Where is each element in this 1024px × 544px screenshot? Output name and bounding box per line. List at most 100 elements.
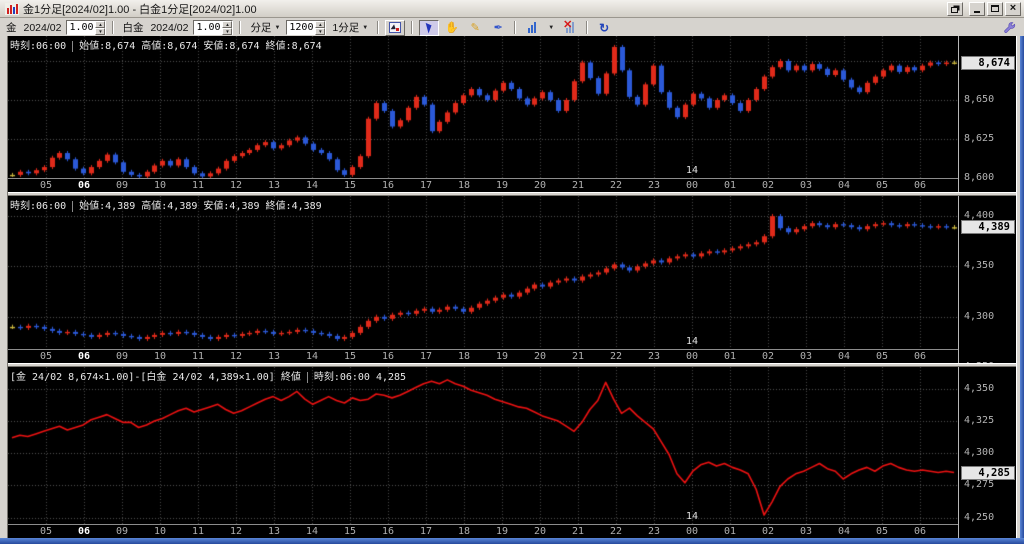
- spread-chart-canvas[interactable]: [8, 367, 958, 524]
- right-window-border: [1016, 36, 1024, 538]
- time-axis-label: 10: [154, 351, 166, 362]
- remove-indicator-button[interactable]: ✕: [560, 20, 580, 36]
- platinum-multiplier-up-button[interactable]: ▲: [222, 21, 232, 28]
- time-axis-label: 00: [686, 351, 698, 362]
- pan-mode-button[interactable]: ✋: [442, 20, 462, 36]
- time-axis-label: 19: [496, 180, 508, 191]
- spread-info-value: 時刻:06:00 4,285: [314, 372, 406, 383]
- indicator-dropdown-arrow[interactable]: ▼: [545, 24, 557, 32]
- time-axis-label: 23: [648, 180, 660, 191]
- crosshair-icon: [389, 22, 401, 33]
- platinum-last-price-box: 4,389: [961, 220, 1015, 234]
- time-axis-label: 23: [648, 351, 660, 362]
- time-axis-label: 02: [762, 526, 774, 537]
- platinum-chart-canvas[interactable]: [8, 196, 958, 349]
- time-axis-label: 05: [876, 351, 888, 362]
- time-axis-label: 21: [572, 180, 584, 191]
- panel-separator[interactable]: [8, 363, 1016, 367]
- bottom-window-border: [0, 538, 1024, 544]
- time-axis-label: 17: [420, 526, 432, 537]
- gold-multiplier-input[interactable]: [67, 21, 95, 34]
- spread-info-line: [金 24/02 8,674×1.00]-[白金 24/02 4,389×1.0…: [10, 368, 406, 383]
- time-axis-label: 02: [762, 351, 774, 362]
- time-axis-label: 06: [78, 526, 90, 537]
- time-axis-label: 12: [230, 180, 242, 191]
- time-axis-label: 20: [534, 526, 546, 537]
- bar-count-stepper[interactable]: ▲▼: [286, 20, 326, 35]
- price-axis-label: 8,600: [964, 172, 994, 183]
- time-axis-label: 09: [116, 526, 128, 537]
- time-axis-label: 17: [420, 180, 432, 191]
- time-axis-label: 18: [458, 351, 470, 362]
- time-axis-label: 14: [306, 351, 318, 362]
- time-axis-label: 17: [420, 351, 432, 362]
- price-axis-label: 8,625: [964, 133, 994, 144]
- select-mode-button[interactable]: [419, 20, 439, 36]
- time-axis-label: 06: [914, 351, 926, 362]
- select-arrow-icon: [425, 22, 433, 34]
- panel-separator[interactable]: [8, 192, 1016, 196]
- titlebar: 金1分足[2024/02]1.00 - 白金1分足[2024/02]1.00 ×: [0, 0, 1024, 18]
- time-axis-label: 21: [572, 351, 584, 362]
- price-axis-label: 8,650: [964, 94, 994, 105]
- platinum-multiplier-stepper[interactable]: ▲▼: [193, 20, 233, 35]
- platinum-multiplier-input[interactable]: [194, 21, 222, 34]
- close-button[interactable]: ×: [1005, 2, 1021, 16]
- refresh-button[interactable]: ↻: [594, 20, 614, 36]
- bar-count-input[interactable]: [287, 21, 315, 34]
- bar-count-down-button[interactable]: ▼: [315, 28, 325, 35]
- window-title: 金1分足[2024/02]1.00 - 白金1分足[2024/02]1.00: [23, 1, 947, 17]
- crosshair-mode-button[interactable]: [385, 20, 405, 36]
- time-axis-label: 16: [382, 180, 394, 191]
- gold-price-axis: 8,674 8,6758,6508,6258,600: [958, 36, 1016, 192]
- time-axis-label: 02: [762, 180, 774, 191]
- bar-chart-icon: [528, 22, 536, 33]
- interval-dropdown[interactable]: 1分足 ▼: [329, 19, 371, 36]
- gold-chart-canvas[interactable]: [8, 36, 958, 178]
- time-axis-label: 18: [458, 526, 470, 537]
- price-axis-label: 4,300: [964, 447, 994, 458]
- maximize-button[interactable]: [987, 2, 1003, 16]
- chart-type-dropdown[interactable]: 分足 ▼: [247, 19, 283, 36]
- pencil-icon: ✎: [471, 21, 480, 34]
- platinum-price-axis: 4,389 4,4004,3504,3004,250: [958, 196, 1016, 363]
- gold-multiplier-stepper[interactable]: ▲▼: [66, 20, 106, 35]
- time-axis-label: 19: [496, 351, 508, 362]
- time-axis-label: 13: [268, 526, 280, 537]
- price-axis-label: 4,250: [964, 512, 994, 523]
- chevron-down-icon: ▼: [548, 25, 554, 31]
- gold-multiplier-up-button[interactable]: ▲: [95, 21, 105, 28]
- time-axis-label: 23: [648, 526, 660, 537]
- toolbar: 金 2024/02 ▲▼ 白金 2024/02 ▲▼ 分足 ▼ ▲▼ 1分足 ▼: [0, 19, 1024, 36]
- gold-multiplier-down-button[interactable]: ▼: [95, 28, 105, 35]
- interval-value: 1分足: [332, 20, 359, 35]
- gold-last-price-box: 8,674: [961, 56, 1015, 70]
- wrench-icon: [1004, 22, 1016, 34]
- bar-count-up-button[interactable]: ▲: [315, 21, 325, 28]
- draw-tool-button[interactable]: ✒: [488, 20, 508, 36]
- toolbar-separator: [586, 21, 588, 34]
- trading-chart-window: 金1分足[2024/02]1.00 - 白金1分足[2024/02]1.00 ×…: [0, 0, 1024, 544]
- time-axis-label: 03: [800, 526, 812, 537]
- spread-time-axis: 0506091011121314151617181920212223000102…: [8, 524, 958, 538]
- platinum-info-time: 時刻:06:00: [10, 201, 73, 212]
- draw-line-button[interactable]: ✎: [465, 20, 485, 36]
- gold-chart-panel: 時刻:06:00始値:8,674 高値:8,674 安値:8,674 終値:8,…: [8, 36, 1016, 192]
- platinum-symbol-label: 白金: [122, 20, 143, 35]
- time-axis-label: 11: [192, 180, 204, 191]
- time-axis-label: 01: [724, 526, 736, 537]
- settings-button[interactable]: [1000, 20, 1020, 36]
- minimize-button[interactable]: [969, 2, 985, 16]
- float-window-button[interactable]: [947, 2, 963, 16]
- platinum-multiplier-down-button[interactable]: ▼: [222, 28, 232, 35]
- indicator-button[interactable]: [522, 20, 542, 36]
- time-axis-label: 06: [78, 351, 90, 362]
- time-axis-label: 05: [40, 180, 52, 191]
- time-axis-label: 19: [496, 526, 508, 537]
- time-axis-label: 22: [610, 351, 622, 362]
- time-axis-label: 03: [800, 180, 812, 191]
- spread-price-axis: 4,285 4,3504,3254,3004,2754,250: [958, 367, 1016, 538]
- platinum-info-line: 時刻:06:00始値:4,389 高値:4,389 安値:4,389 終値:4,…: [10, 197, 322, 212]
- red-x-icon: ✕: [563, 18, 572, 31]
- time-axis-label: 04: [838, 351, 850, 362]
